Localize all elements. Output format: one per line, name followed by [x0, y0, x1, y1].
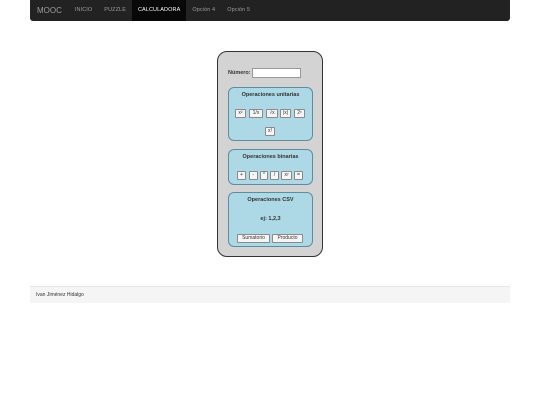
sqrt-button[interactable]: √x	[266, 109, 278, 118]
page-footer: Ivan Jiménez Hidalgo	[30, 286, 510, 303]
binary-operations-panel: Operaciones binarias + - * / xʸ =	[228, 149, 313, 185]
producto-button[interactable]: Producto	[272, 234, 303, 243]
subtract-button[interactable]: -	[249, 171, 258, 180]
abs-button[interactable]: |x|	[280, 109, 291, 118]
nav-item-opcion-5[interactable]: Opción 5	[221, 0, 256, 21]
multiply-button[interactable]: *	[260, 171, 268, 180]
csv-operations-panel: Operaciones CSV ej: 1,2,3 Sumatorio Prod…	[228, 192, 313, 247]
number-row: Número:	[228, 68, 301, 78]
csv-operations-title: Operaciones CSV	[247, 197, 294, 203]
divide-button[interactable]: /	[270, 171, 279, 180]
power-of-two-button[interactable]: 2ˣ	[294, 109, 305, 118]
unary-operations-panel: Operaciones unitarias x² 1/x √x |x| 2ˣ x…	[228, 87, 313, 141]
factorial-button[interactable]: x!	[265, 127, 275, 136]
equals-button[interactable]: =	[294, 171, 303, 180]
reciprocal-button[interactable]: 1/x	[249, 109, 263, 118]
unary-operations-title: Operaciones unitarias	[241, 92, 300, 98]
sumatorio-button[interactable]: Sumatorio	[237, 234, 270, 243]
calculator-container: Número: Operaciones unitarias x² 1/x √x …	[217, 51, 323, 257]
square-button[interactable]: x²	[235, 109, 246, 118]
nav-item-calculadora[interactable]: CALCULADORA	[131, 0, 187, 21]
number-input[interactable]	[251, 68, 301, 78]
add-button[interactable]: +	[237, 171, 246, 180]
nav-item-inicio[interactable]: INICIO	[69, 0, 98, 21]
binary-operations-title: Operaciones binarias	[242, 154, 299, 160]
number-label: Número:	[228, 70, 251, 76]
nav-item-puzzle[interactable]: PUZZLE	[98, 0, 132, 21]
csv-example-text: ej: 1,2,3	[260, 216, 281, 222]
power-button[interactable]: xʸ	[281, 171, 292, 180]
footer-author: Ivan Jiménez Hidalgo	[36, 292, 84, 298]
brand-link[interactable]: MOOC	[30, 0, 69, 21]
top-navbar: MOOC INICIO PUZZLE CALCULADORA Opción 4 …	[30, 0, 510, 21]
nav-item-opcion-4[interactable]: Opción 4	[186, 0, 221, 21]
